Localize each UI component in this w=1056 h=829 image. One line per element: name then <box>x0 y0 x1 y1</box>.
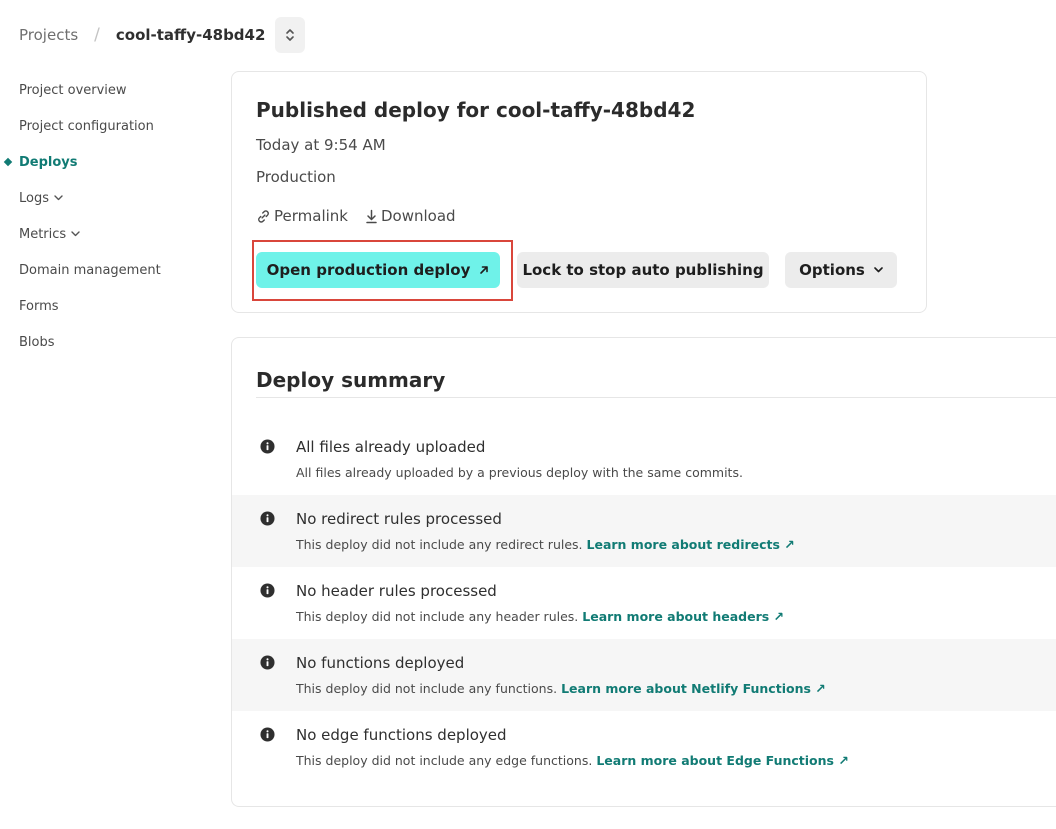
deploy-timestamp: Today at 9:54 AM <box>256 136 386 154</box>
breadcrumb-separator: / <box>94 25 100 45</box>
deploy-summary-card: Deploy summary All files already uploade… <box>231 337 1056 807</box>
active-indicator-icon <box>3 157 13 167</box>
breadcrumb-projects-link[interactable]: Projects <box>19 26 78 44</box>
summary-list: All files already uploaded All files alr… <box>232 423 1056 783</box>
download-link[interactable]: Download <box>365 207 456 225</box>
summary-row-description: All files already uploaded by a previous… <box>296 465 743 480</box>
summary-row-title: No edge functions deployed <box>296 726 507 744</box>
sidebar-item-metrics[interactable]: Metrics <box>0 216 200 252</box>
link-icon <box>258 209 269 223</box>
download-label: Download <box>380 207 456 225</box>
sidebar-item-project-overview[interactable]: Project overview <box>0 72 200 108</box>
sidebar-item-deploys[interactable]: Deploys <box>0 144 200 180</box>
summary-row-redirects: No redirect rules processed This deploy … <box>232 495 1056 567</box>
summary-row-title: All files already uploaded <box>296 438 486 456</box>
deploy-environment: Production <box>256 168 336 186</box>
chevron-down-icon <box>71 231 80 237</box>
sidebar-item-label: Deploys <box>19 154 78 170</box>
deploy-title: Published deploy for cool-taffy-48bd42 <box>256 98 696 122</box>
lock-auto-publishing-button[interactable]: Lock to stop auto publishing <box>517 252 769 288</box>
chevron-down-icon <box>54 195 63 201</box>
lock-auto-publishing-label: Lock to stop auto publishing <box>522 261 764 279</box>
learn-more-edge-functions-link[interactable]: Learn more about Edge Functions ↗ <box>596 753 849 768</box>
open-production-deploy-label: Open production deploy <box>266 261 471 279</box>
sidebar-item-label: Blobs <box>19 334 55 350</box>
project-switcher-button[interactable] <box>275 17 306 53</box>
summary-row-description: This deploy did not include any redirect… <box>296 537 795 552</box>
summary-row-title: No header rules processed <box>296 582 497 600</box>
open-production-deploy-button[interactable]: Open production deploy <box>256 252 500 288</box>
learn-more-functions-link[interactable]: Learn more about Netlify Functions ↗ <box>561 681 826 696</box>
external-link-arrow-icon <box>479 265 489 275</box>
chevron-up-down-icon <box>286 29 295 41</box>
sidebar-nav: Project overview Project configuration D… <box>0 72 200 360</box>
breadcrumb: Projects / cool-taffy-48bd42 <box>19 17 306 53</box>
summary-row-edge-functions: No edge functions deployed This deploy d… <box>232 711 1056 783</box>
info-icon <box>260 655 275 670</box>
summary-row-desc-text: This deploy did not include any header r… <box>296 609 579 624</box>
sidebar-item-label: Project configuration <box>19 118 154 134</box>
summary-row-desc-text: This deploy did not include any function… <box>296 681 558 696</box>
summary-row-desc-text: This deploy did not include any redirect… <box>296 537 583 552</box>
options-dropdown-button[interactable]: Options <box>785 252 897 288</box>
summary-row-desc-text: This deploy did not include any edge fun… <box>296 753 593 768</box>
sidebar-item-label: Project overview <box>19 82 127 98</box>
info-icon <box>260 439 275 454</box>
summary-divider <box>256 397 1056 398</box>
sidebar-item-project-configuration[interactable]: Project configuration <box>0 108 200 144</box>
sidebar-item-label: Forms <box>19 298 59 314</box>
deploy-links: Permalink Download <box>256 207 473 225</box>
permalink-link[interactable]: Permalink <box>256 207 348 225</box>
info-icon <box>260 727 275 742</box>
sidebar-item-forms[interactable]: Forms <box>0 288 200 324</box>
sidebar-item-domain-management[interactable]: Domain management <box>0 252 200 288</box>
summary-row-title: No functions deployed <box>296 654 465 672</box>
summary-row-desc-text: All files already uploaded by a previous… <box>296 465 743 480</box>
summary-row-description: This deploy did not include any header r… <box>296 609 784 624</box>
info-icon <box>260 511 275 526</box>
summary-row-title: No redirect rules processed <box>296 510 502 528</box>
breadcrumb-current-project: cool-taffy-48bd42 <box>115 26 266 44</box>
download-icon <box>366 209 377 223</box>
published-deploy-card: Published deploy for cool-taffy-48bd42 T… <box>231 71 927 313</box>
options-label: Options <box>799 261 865 279</box>
summary-row-description: This deploy did not include any edge fun… <box>296 753 849 768</box>
page: Projects / cool-taffy-48bd42 Project ove… <box>0 0 1056 829</box>
sidebar-item-label: Metrics <box>19 226 67 242</box>
sidebar-item-blobs[interactable]: Blobs <box>0 324 200 360</box>
summary-row-functions: No functions deployed This deploy did no… <box>232 639 1056 711</box>
learn-more-headers-link[interactable]: Learn more about headers ↗ <box>582 609 784 624</box>
sidebar-item-label: Domain management <box>19 262 161 278</box>
summary-row-files: All files already uploaded All files alr… <box>232 423 1056 495</box>
sidebar-item-logs[interactable]: Logs <box>0 180 200 216</box>
permalink-label: Permalink <box>274 207 348 225</box>
learn-more-redirects-link[interactable]: Learn more about redirects ↗ <box>587 537 795 552</box>
sidebar-item-label: Logs <box>19 190 49 206</box>
summary-row-headers: No header rules processed This deploy di… <box>232 567 1056 639</box>
summary-row-description: This deploy did not include any function… <box>296 681 826 696</box>
deploy-summary-title: Deploy summary <box>256 368 446 392</box>
info-icon <box>260 583 275 598</box>
chevron-down-icon <box>874 267 883 273</box>
